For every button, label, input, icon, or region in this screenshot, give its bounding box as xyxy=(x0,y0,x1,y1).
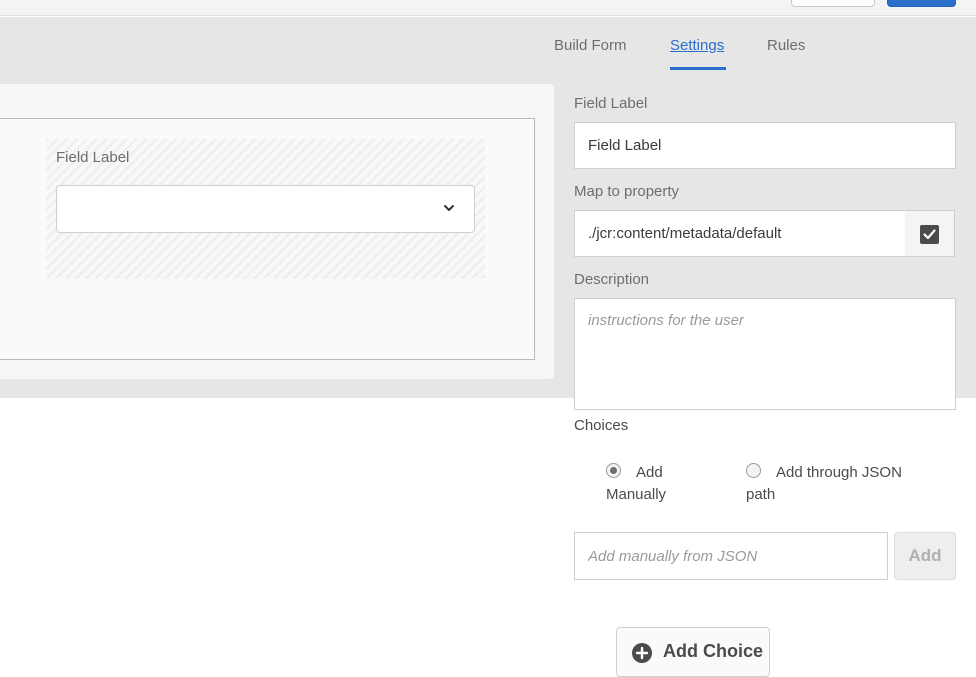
map-to-property-input[interactable] xyxy=(574,210,906,257)
add-button[interactable]: Add xyxy=(894,532,956,580)
toolbar-primary-button[interactable] xyxy=(887,0,956,7)
canvas-dropdown-field[interactable] xyxy=(56,185,475,233)
add-choice-button[interactable]: Add Choice xyxy=(616,627,770,677)
top-toolbar xyxy=(0,0,976,16)
tab-settings[interactable]: Settings xyxy=(670,37,724,54)
map-to-property-label: Map to property xyxy=(574,183,680,200)
chevron-down-icon xyxy=(444,205,454,211)
checkbox-checked-icon xyxy=(920,225,939,244)
radio-add-manually[interactable]: Add Manually xyxy=(606,462,726,507)
description-label: Description xyxy=(574,271,650,288)
tab-build-form[interactable]: Build Form xyxy=(554,37,627,54)
toolbar-secondary-button[interactable] xyxy=(791,0,875,7)
radio-add-through-json[interactable]: Add through JSON path xyxy=(746,462,926,507)
json-choice-input[interactable] xyxy=(574,532,888,580)
plus-circle-icon xyxy=(632,643,652,663)
active-tab-indicator xyxy=(670,67,726,70)
tab-rules[interactable]: Rules xyxy=(767,37,805,54)
canvas-field-label: Field Label xyxy=(56,149,130,166)
map-to-property-checkbox[interactable] xyxy=(905,210,955,257)
field-label-input[interactable] xyxy=(574,122,956,169)
radio-unselected-icon xyxy=(746,463,761,478)
add-choice-label: Add Choice xyxy=(663,641,764,661)
choices-label: Choices xyxy=(574,417,629,434)
radio-selected-icon xyxy=(606,463,621,478)
description-textarea[interactable] xyxy=(574,298,956,410)
field-label-label: Field Label xyxy=(574,95,648,112)
